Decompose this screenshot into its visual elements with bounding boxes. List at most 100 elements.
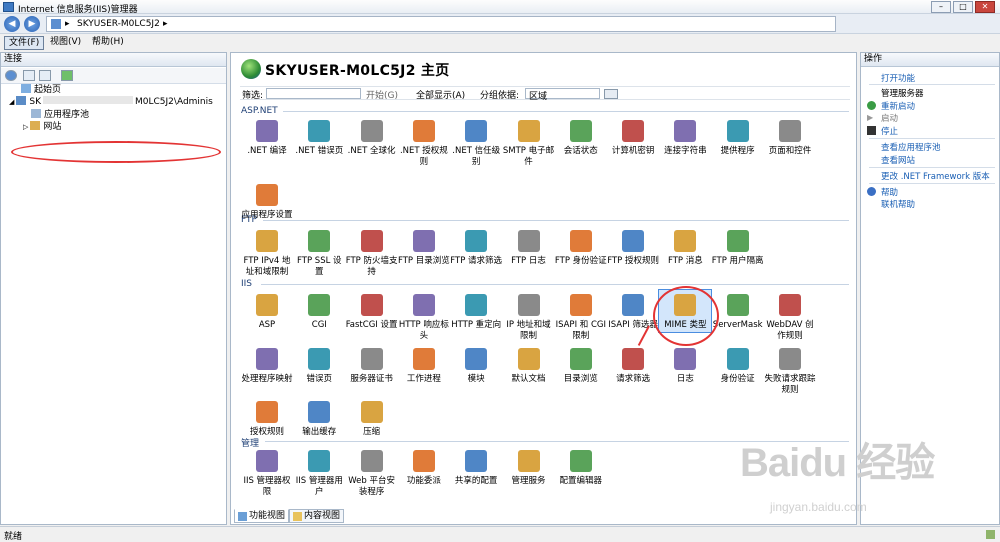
- feature-label: .NET 编译: [247, 146, 287, 156]
- collapse-icon: ◢: [9, 98, 15, 106]
- feature-icon: [256, 184, 278, 206]
- feature-item[interactable]: 请求筛选: [607, 343, 659, 407]
- folder-icon: [30, 121, 41, 130]
- filter-input[interactable]: [266, 88, 361, 99]
- feature-item[interactable]: Web 平台安装程序: [346, 445, 398, 509]
- stop-link[interactable]: 停止: [867, 125, 899, 137]
- feature-item[interactable]: 连接字符串: [659, 115, 711, 179]
- feature-label: 失败请求跟踪规则: [764, 374, 816, 395]
- connect-icon[interactable]: [5, 70, 17, 81]
- menu-bar: 文件(F) 视图(V) 帮助(H): [0, 35, 1000, 51]
- action-label: 停止: [881, 127, 899, 137]
- feature-item[interactable]: 身份验证: [712, 343, 764, 407]
- view-app-pools-link[interactable]: 查看应用程序池: [881, 141, 941, 153]
- open-feature-link[interactable]: 打开功能: [881, 72, 915, 84]
- feature-label: .NET 错误页: [295, 146, 344, 156]
- save-icon[interactable]: [23, 70, 35, 81]
- tree-server[interactable]: ◢ SK M0LC5J2\Adminis: [9, 96, 213, 108]
- breadcrumb-server[interactable]: SKYUSER-M0LC5J2: [77, 19, 160, 29]
- minimize-button[interactable]: –: [931, 1, 951, 13]
- baidu-watermark: Baidu 经验: [740, 441, 935, 485]
- feature-label: FTP 消息: [668, 256, 703, 266]
- feature-item[interactable]: FTP 消息: [659, 225, 711, 289]
- change-net-version-link[interactable]: 更改 .NET Framework 版本: [881, 170, 990, 182]
- feature-icon: [256, 230, 278, 252]
- feature-icon: [412, 348, 435, 370]
- feature-item[interactable]: FTP 用户隔离: [712, 225, 764, 289]
- feature-item[interactable]: .NET 信任级别: [450, 115, 502, 179]
- feature-item[interactable]: 目录浏览: [555, 343, 607, 407]
- feature-label: 连接字符串: [664, 146, 707, 156]
- feature-label: 计算机密钥: [611, 146, 655, 156]
- feature-item[interactable]: FTP 身份验证: [555, 225, 607, 289]
- close-button[interactable]: ✕: [975, 1, 995, 13]
- forward-button[interactable]: ▶: [24, 16, 40, 32]
- address-breadcrumb[interactable]: ▸ SKYUSER-M0LC5J2 ▸: [46, 16, 836, 32]
- feature-item[interactable]: 会话状态: [555, 115, 607, 179]
- feature-item[interactable]: SMTP 电子邮件: [503, 115, 555, 179]
- feature-item[interactable]: FTP SSL 设置: [293, 225, 345, 289]
- feature-item[interactable]: 日志: [659, 343, 711, 407]
- feature-item[interactable]: 功能委派: [398, 445, 450, 509]
- feature-icon: [256, 120, 278, 142]
- feature-item[interactable]: 共享的配置: [450, 445, 502, 509]
- refresh-icon[interactable]: [61, 70, 73, 81]
- back-button[interactable]: ◀: [4, 16, 20, 32]
- help-link[interactable]: 帮助: [867, 186, 898, 198]
- view-mode-icon[interactable]: [604, 89, 618, 99]
- online-help-link[interactable]: 联机帮助: [881, 198, 915, 210]
- feature-item[interactable]: 计算机密钥: [607, 115, 659, 179]
- tree-label: SK: [29, 97, 42, 107]
- feature-item[interactable]: FTP 请求筛选: [450, 225, 502, 289]
- feature-icon: [360, 348, 383, 370]
- feature-item[interactable]: 模块: [450, 343, 502, 407]
- play-icon: ▶: [867, 113, 874, 122]
- feature-item[interactable]: IIS 管理器用户: [293, 445, 345, 509]
- tree-label: 网站: [43, 122, 62, 132]
- feature-icon: [726, 120, 749, 142]
- menu-help[interactable]: 帮助(H): [88, 36, 128, 50]
- show-all-button[interactable]: 全部显示(A): [416, 88, 465, 101]
- feature-label: 错误页: [306, 374, 333, 384]
- feature-item[interactable]: FTP 授权规则: [607, 225, 659, 289]
- feature-item[interactable]: 管理服务: [503, 445, 555, 509]
- feature-label: FTP 日志: [511, 256, 546, 266]
- feature-item[interactable]: FTP 目录浏览: [398, 225, 450, 289]
- up-icon[interactable]: [39, 70, 51, 81]
- view-sites-link[interactable]: 查看网站: [881, 154, 915, 166]
- app-pool-icon: [31, 109, 41, 118]
- content-view-icon: [293, 512, 302, 521]
- feature-item[interactable]: FTP 日志: [503, 225, 555, 289]
- feature-item[interactable]: FTP IPv4 地址和域限制: [241, 225, 293, 289]
- tree-start-page[interactable]: 起始页: [21, 84, 61, 96]
- feature-item[interactable]: 失败请求跟踪规则: [764, 343, 816, 407]
- menu-view[interactable]: 视图(V): [46, 36, 85, 50]
- feature-item[interactable]: .NET 授权规则: [398, 115, 450, 179]
- tree-sites[interactable]: ▷ 网站: [23, 121, 61, 133]
- start-link[interactable]: ▶ 启动: [867, 112, 898, 124]
- maximize-button[interactable]: □: [953, 1, 973, 13]
- feature-item[interactable]: 提供程序: [712, 115, 764, 179]
- feature-item[interactable]: IIS 管理器权限: [241, 445, 293, 509]
- group-select[interactable]: 区域: [525, 88, 600, 102]
- feature-item[interactable]: .NET 全球化: [346, 115, 398, 179]
- tab-features-view[interactable]: 功能视图: [234, 509, 290, 523]
- tab-content-view[interactable]: 内容视图: [289, 509, 345, 523]
- restart-link[interactable]: 重新启动: [867, 100, 915, 112]
- feature-item[interactable]: 默认文档: [503, 343, 555, 407]
- feature-icon: [412, 450, 435, 472]
- feature-icon: [726, 348, 749, 370]
- feature-icon: [674, 230, 697, 252]
- menu-file[interactable]: 文件(F): [4, 36, 45, 50]
- tree-app-pools[interactable]: 应用程序池: [31, 109, 89, 121]
- feature-item[interactable]: FTP 防火墙支持: [346, 225, 398, 289]
- feature-item[interactable]: 工作进程: [398, 343, 450, 407]
- feature-item[interactable]: .NET 编译: [241, 115, 293, 179]
- feature-icon: [308, 294, 331, 316]
- start-button[interactable]: 开始(G): [366, 88, 398, 101]
- feature-label: 提供程序: [720, 146, 755, 156]
- feature-item[interactable]: 配置编辑器: [555, 445, 607, 509]
- feature-icon: [360, 401, 383, 423]
- feature-item[interactable]: .NET 错误页: [293, 115, 345, 179]
- feature-item[interactable]: 页面和控件: [764, 115, 816, 179]
